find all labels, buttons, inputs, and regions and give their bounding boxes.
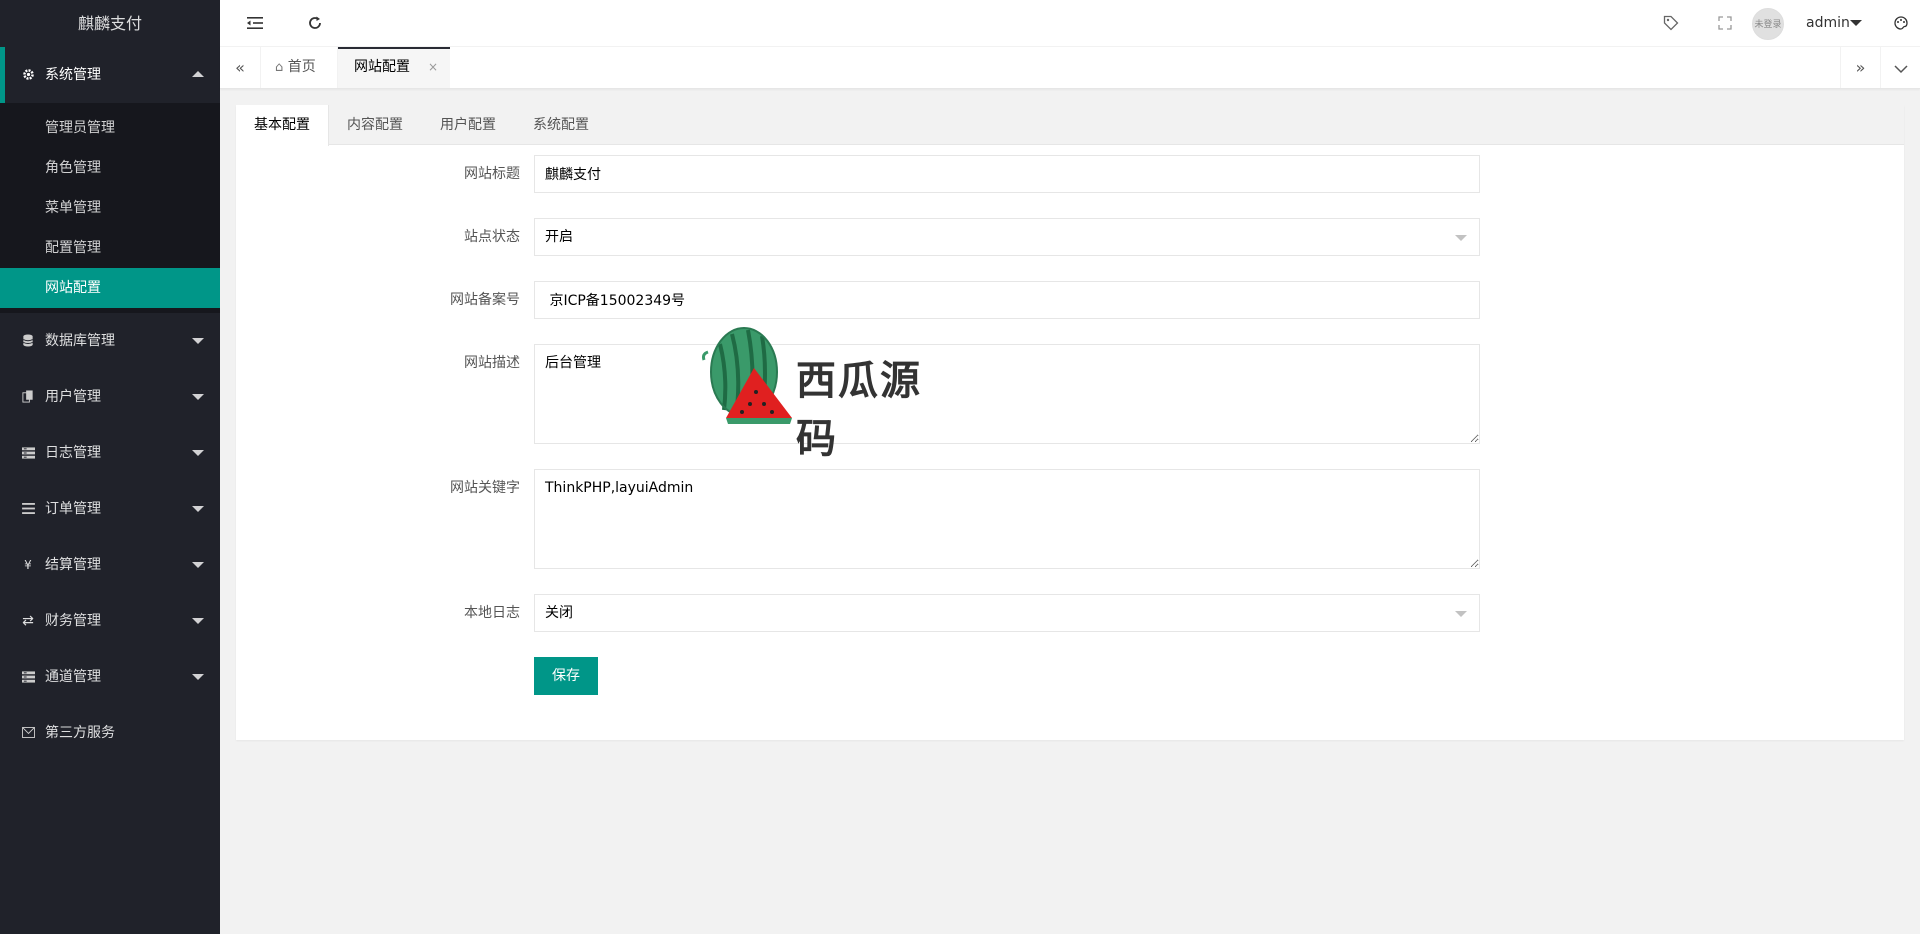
watermark-text: 西瓜源码	[796, 358, 922, 462]
yen-icon: ¥	[24, 558, 32, 572]
sidebar-item-label: 用户管理	[45, 389, 101, 405]
sidebar-item-label: 订单管理	[45, 501, 101, 517]
site-title-input[interactable]	[534, 155, 1480, 193]
sidebar-item-label: 结算管理	[45, 557, 101, 573]
nav-group-system: 系统管理 管理员管理 角色管理 菜单管理 配置管理 网站配置	[0, 47, 220, 313]
site-status-select[interactable]: 开启	[534, 218, 1480, 256]
sidebar-item-label: 系统管理	[45, 67, 101, 83]
select-value: 开启	[545, 229, 573, 245]
caret-down-icon[interactable]	[1850, 20, 1862, 26]
sidebar-item-label: 第三方服务	[45, 725, 115, 741]
sidebar-subitem-menu[interactable]: 菜单管理	[0, 188, 220, 228]
sidebar-item-channels[interactable]: 通道管理	[0, 649, 220, 705]
icp-input[interactable]	[534, 281, 1480, 319]
mail-icon	[20, 705, 36, 761]
sidebar-item-orders[interactable]: 订单管理	[0, 481, 220, 537]
sidebar: 麒麟支付 系统管理 管理员管理 角色管理 菜单管理 配置管理 网站配置 数据库管…	[0, 0, 220, 934]
subnav-system: 管理员管理 角色管理 菜单管理 配置管理 网站配置	[0, 103, 220, 313]
chevron-down-icon	[192, 450, 204, 456]
menu-collapse-icon[interactable]	[240, 0, 270, 47]
tab-home[interactable]: ⌂ 首页	[260, 47, 338, 88]
database-icon	[20, 313, 36, 369]
sidebar-subitem-role[interactable]: 角色管理	[0, 148, 220, 188]
sidebar-item-label: 通道管理	[45, 669, 101, 685]
description-textarea[interactable]: 后台管理	[534, 344, 1480, 444]
chevron-up-icon	[192, 71, 204, 77]
sidebar-item-label: 日志管理	[45, 445, 101, 461]
theme-icon[interactable]	[1886, 0, 1916, 47]
chevron-down-icon	[192, 394, 204, 400]
local-log-select[interactable]: 关闭	[534, 594, 1480, 632]
user-name[interactable]: admin	[1806, 0, 1850, 47]
tab-site-config[interactable]: 网站配置 ×	[338, 47, 450, 88]
watermark: 西瓜源码	[700, 326, 960, 462]
config-tabs: 基本配置 内容配置 用户配置 系统配置	[236, 105, 1904, 146]
close-icon[interactable]: ×	[428, 49, 438, 86]
sidebar-item-users[interactable]: 用户管理	[0, 369, 220, 425]
tab-label: 网站配置	[354, 59, 410, 75]
icp-label: 网站备案号	[450, 292, 520, 308]
tab-user-config[interactable]: 用户配置	[422, 105, 514, 145]
tag-icon[interactable]	[1656, 0, 1686, 47]
save-button[interactable]: 保存	[534, 657, 598, 695]
sidebar-subitem-config[interactable]: 配置管理	[0, 228, 220, 268]
config-card: 基本配置 内容配置 用户配置 系统配置 网站标题 站点状态 开启 网站备案号 网…	[236, 105, 1904, 740]
page-tabs-bar: « ⌂ 首页 网站配置 × »	[220, 47, 1920, 89]
transfer-icon: ⇄	[22, 613, 34, 629]
sidebar-item-label: 财务管理	[45, 613, 101, 629]
chevron-down-icon	[192, 338, 204, 344]
watermelon-logo-icon	[702, 327, 792, 424]
home-icon: ⌂	[275, 60, 284, 75]
sidebar-item-third-party[interactable]: 第三方服务	[0, 705, 220, 761]
tab-basic-config[interactable]: 基本配置	[236, 105, 329, 146]
caret-down-icon	[1455, 235, 1467, 241]
app-logo[interactable]: 麒麟支付	[0, 0, 220, 47]
gear-icon	[20, 47, 36, 103]
description-label: 网站描述	[464, 355, 520, 371]
list-icon	[20, 481, 36, 537]
chevron-down-icon	[192, 506, 204, 512]
sidebar-item-settlement[interactable]: ¥ 结算管理	[0, 537, 220, 593]
site-title-label: 网站标题	[464, 166, 520, 182]
sidebar-item-finance[interactable]: ⇄ 财务管理	[0, 593, 220, 649]
chevron-down-icon	[192, 618, 204, 624]
log-icon	[20, 425, 36, 481]
channel-icon	[20, 649, 36, 705]
sidebar-item-system[interactable]: 系统管理	[0, 47, 220, 103]
users-icon	[20, 369, 36, 425]
sidebar-item-logs[interactable]: 日志管理	[0, 425, 220, 481]
sidebar-item-label: 数据库管理	[45, 333, 115, 349]
site-status-label: 站点状态	[464, 229, 520, 245]
tab-label: 首页	[287, 59, 316, 75]
tabs-menu-chevron-down-icon[interactable]	[1880, 47, 1920, 88]
tab-content-config[interactable]: 内容配置	[329, 105, 421, 145]
fullscreen-icon[interactable]	[1710, 0, 1740, 47]
caret-down-icon	[1455, 611, 1467, 617]
top-header: 未登录 admin	[220, 0, 1920, 47]
keywords-label: 网站关键字	[450, 480, 520, 496]
tabs-scroll-right-icon[interactable]: »	[1840, 47, 1880, 88]
select-value: 关闭	[545, 605, 573, 621]
sidebar-subitem-admin[interactable]: 管理员管理	[0, 108, 220, 148]
chevron-down-icon	[192, 562, 204, 568]
avatar[interactable]: 未登录	[1752, 8, 1784, 40]
keywords-textarea[interactable]: ThinkPHP,layuiAdmin	[534, 469, 1480, 569]
chevron-down-icon	[192, 674, 204, 680]
tab-system-config[interactable]: 系统配置	[515, 105, 607, 145]
local-log-label: 本地日志	[464, 605, 520, 621]
tabs-scroll-left-icon[interactable]: «	[220, 47, 260, 88]
sidebar-item-database[interactable]: 数据库管理	[0, 313, 220, 369]
refresh-icon[interactable]	[300, 0, 330, 47]
sidebar-subitem-site-config[interactable]: 网站配置	[0, 268, 220, 308]
